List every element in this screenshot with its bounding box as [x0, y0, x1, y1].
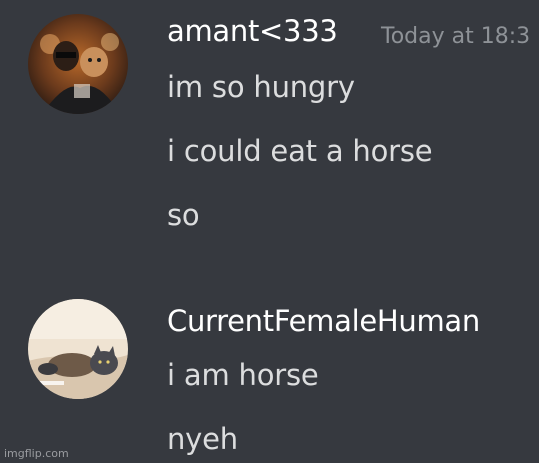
chat-view: amant<333 Today at 18:3 im so hungry i c…: [0, 0, 539, 463]
user-avatar-icon: [28, 14, 128, 114]
message-line: i could eat a horse: [167, 134, 433, 168]
watermark: imgflip.com: [4, 447, 69, 460]
message-line: so: [167, 198, 200, 232]
cat-avatar-icon: [28, 299, 128, 399]
message-group: amant<333 Today at 18:3 im so hungry i c…: [0, 0, 539, 270]
message-group: CurrentFemaleHuman i am horse nyeh: [0, 290, 539, 463]
user-avatar[interactable]: [28, 299, 128, 399]
user-avatar[interactable]: [28, 14, 128, 114]
username[interactable]: CurrentFemaleHuman: [167, 304, 480, 338]
message-line: nyeh: [167, 422, 238, 456]
message-line: i am horse: [167, 358, 319, 392]
username[interactable]: amant<333: [167, 14, 338, 48]
message-line: im so hungry: [167, 70, 355, 104]
timestamp: Today at 18:3: [381, 24, 531, 49]
